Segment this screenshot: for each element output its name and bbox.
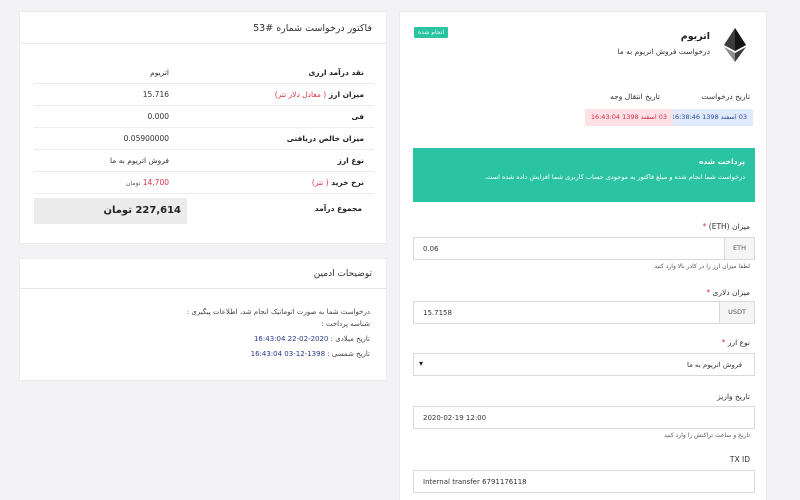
- amount-input[interactable]: 0.06 ETH: [413, 237, 755, 260]
- request-card: اتریوم درخواست فروش اتریوم به ما انجام ش…: [399, 11, 767, 500]
- usd-amount-label: میزان دلاری *: [706, 288, 750, 297]
- admin-note-shamsi-date: تاریخ شمسی : 1398-12-03 16:43:04: [250, 350, 370, 358]
- coin-name: اتریوم: [680, 31, 710, 42]
- currency-type-select[interactable]: فروش اتریوم به ما ▾: [413, 353, 755, 376]
- usd-unit-addon: USDT: [719, 302, 754, 323]
- invoice-row-value: 15.716: [142, 90, 169, 99]
- deposit-date-label: تاریخ واریز: [717, 392, 750, 401]
- transfer-date-badge: 03 اسفند 1398 16:43:04: [584, 109, 673, 126]
- invoice-row-net: میزان خالص دریافتی 0.05900000: [34, 128, 374, 150]
- invoice-row-amount: میزان ارز ( معادل دلار تتر) 15.716: [34, 84, 374, 106]
- invoice-row-fee: فی 0.000: [34, 106, 374, 128]
- invoice-row-value: 0.05900000: [123, 134, 169, 143]
- request-date-badge: 03 اسفند 1398 16:38:46: [664, 109, 753, 126]
- invoice-row-label: میزان خالص دریافتی: [286, 134, 364, 143]
- coin-description: درخواست فروش اتریوم به ما: [617, 47, 710, 56]
- currency-type-label: نوع ارز *: [721, 338, 750, 347]
- invoice-row-value: 14,700 تومان: [126, 178, 169, 187]
- invoice-row-label: فی: [351, 112, 365, 121]
- invoice-title: فاکتور درخواست شماره #53: [20, 12, 386, 44]
- admin-notes-title: توضیحات ادمین: [20, 259, 386, 289]
- paid-alert-title: پرداخت شده: [699, 157, 745, 166]
- dropdown-arrow-icon: ▾: [419, 359, 424, 368]
- admin-note-gregorian-date: تاریخ میلادی : 2020-02-22 16:43:04: [253, 335, 370, 343]
- total-value: 227,614 تومان: [34, 198, 187, 224]
- amount-help-text: لطفا میزان ارز را در کادر بالا وارد کنید: [654, 263, 750, 270]
- invoice-row-value: فروش اتریوم به ما: [110, 156, 169, 165]
- invoice-row-label: نرخ خرید ( تتر): [311, 178, 364, 187]
- request-date-label: تاریخ درخواست: [701, 92, 750, 101]
- txid-input[interactable]: Internal transfer 6791176118: [413, 470, 755, 493]
- amount-label: میزان (ETH) *: [702, 222, 750, 231]
- invoice-row-value: 0.000: [147, 112, 169, 121]
- amount-unit-addon: ETH: [724, 238, 754, 259]
- invoice-row-label: نوع ارز: [337, 156, 364, 165]
- invoice-row-value: اتریوم: [150, 68, 169, 77]
- paid-alert: پرداخت شده درخواست شما انجام شده و مبلغ …: [413, 148, 755, 202]
- invoice-card: فاکتور درخواست شماره #53 نقد درآمد ارزی …: [19, 11, 387, 244]
- deposit-help-text: تاریخ و ساعت تراکنش را وارد کنید: [664, 432, 750, 439]
- deposit-date-input[interactable]: 2020-02-19 12:00: [413, 406, 755, 429]
- paid-alert-text: درخواست شما انجام شده و مبلغ فاکتور به م…: [484, 173, 745, 181]
- admin-note-line: درخواست شما به صورت اتوماتیک انجام شد، ا…: [186, 308, 370, 316]
- invoice-row-label: نقد درآمد ارزی: [308, 68, 364, 77]
- invoice-row-rate: نرخ خرید ( تتر) 14,700 تومان: [34, 172, 374, 194]
- invoice-row-currency: نقد درآمد ارزی اتریوم: [34, 62, 374, 84]
- total-label: مجموع درآمد: [314, 204, 362, 213]
- transfer-date-label: تاریخ انتقال وجه: [610, 92, 660, 101]
- usd-amount-input[interactable]: 15.7158 USDT: [413, 301, 755, 324]
- invoice-row-label: میزان ارز ( معادل دلار تتر): [274, 90, 364, 99]
- admin-note-line: شناسه پرداخت :: [321, 320, 370, 328]
- status-badge: انجام شده: [414, 27, 448, 38]
- txid-label: TX ID: [729, 455, 750, 464]
- ethereum-icon: [724, 28, 746, 62]
- invoice-row-type: نوع ارز فروش اتریوم به ما: [34, 150, 374, 172]
- admin-notes-card: توضیحات ادمین درخواست شما به صورت اتومات…: [19, 258, 387, 381]
